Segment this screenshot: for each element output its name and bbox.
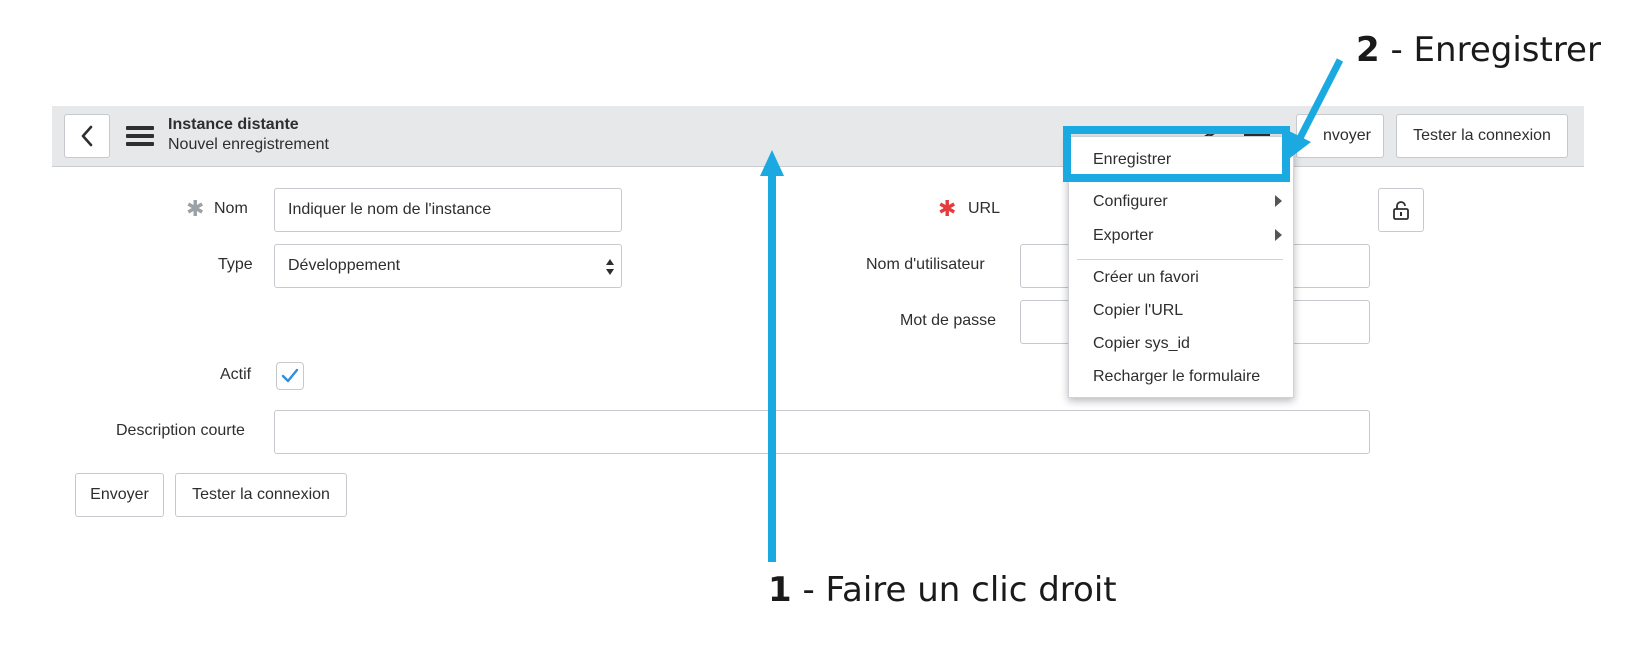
annotation-step-1: 1 - Faire un clic droit	[768, 570, 1117, 610]
annotation-step-2-number: 2	[1356, 30, 1380, 70]
annotation-step-2-text: - Enregistrer	[1390, 30, 1601, 70]
annotation-step-2: 2 - Enregistrer	[1356, 30, 1601, 70]
annotation-arrows	[760, 58, 1344, 562]
annotation-step-1-text: - Faire un clic droit	[802, 570, 1117, 610]
annotation-step-1-number: 1	[768, 570, 792, 610]
